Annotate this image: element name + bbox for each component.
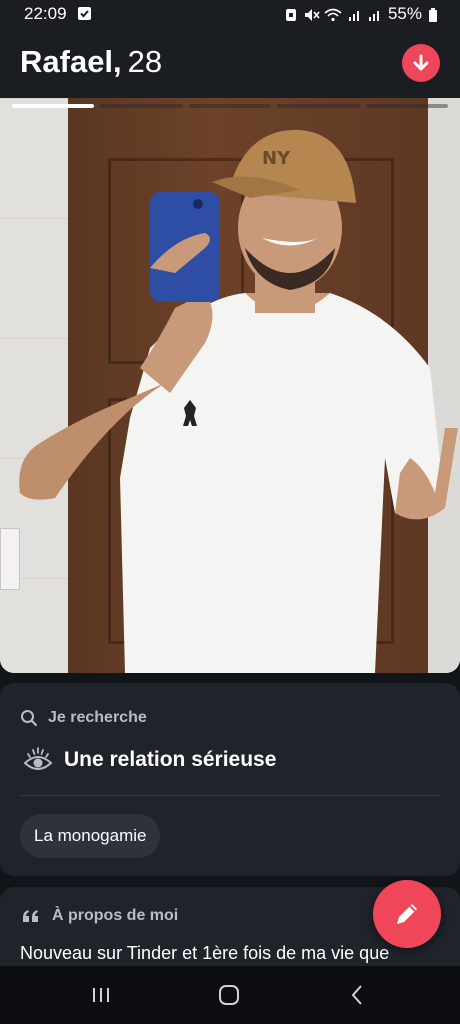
status-time: 22:09 [24,4,67,23]
photo-progress-segment [277,104,360,108]
back-button[interactable] [342,980,372,1010]
photo-progress [12,104,449,108]
search-icon [21,710,38,727]
photo-person: NY [19,129,458,673]
wifi-icon [324,7,342,22]
signal-icon [348,7,362,21]
relationship-goal-text: Une relation sérieuse [64,748,277,771]
quote-icon [23,910,38,922]
close-profile-button[interactable] [402,44,440,82]
looking-for-card: Je recherche Une relation sérieuse La mo… [0,683,460,876]
recent-apps-icon [93,988,109,1002]
looking-for-heading-text: Je recherche [48,709,147,726]
edit-profile-button[interactable] [373,880,441,948]
profile-header: Rafael, 28 [0,28,460,98]
recent-apps-button[interactable] [86,980,116,1010]
signal-icon-2 [368,7,382,21]
status-bar: 22:09 55% [0,0,460,28]
photo-progress-segment [12,104,95,108]
photo-progress-segment [188,104,272,108]
back-icon [351,985,362,1005]
profile-name: Rafael, 28 [20,44,162,80]
eye-icon [23,747,53,770]
home-button[interactable] [214,980,244,1010]
status-icons: 55% [284,4,438,24]
notification-check-icon [78,7,91,20]
photo-progress-segment [100,104,183,108]
battery-level: 55% [387,4,422,23]
about-heading: À propos de moi [22,907,178,925]
looking-for-heading: Je recherche [20,709,147,727]
profile-age: 28 [127,44,163,79]
system-nav-bar [0,966,460,1024]
card-divider [20,795,440,796]
monogamy-chip: La monogamie [20,814,161,858]
mute-icon [304,7,320,21]
photo-progress-segment [365,104,449,108]
svg-text:NY: NY [262,148,291,169]
about-heading-text: À propos de moi [52,907,179,924]
profile-name-text: Rafael, [20,44,122,79]
lock-icon [284,7,298,21]
relationship-goal: Une relation sérieuse [22,745,276,775]
about-text: Nouveau sur Tinder et 1ère fois de ma vi… [20,943,390,963]
home-icon [219,985,239,1005]
pencil-icon [397,904,417,924]
profile-photo[interactable]: NY [0,98,460,673]
battery-icon [428,7,438,22]
arrow-down-icon [413,54,429,71]
